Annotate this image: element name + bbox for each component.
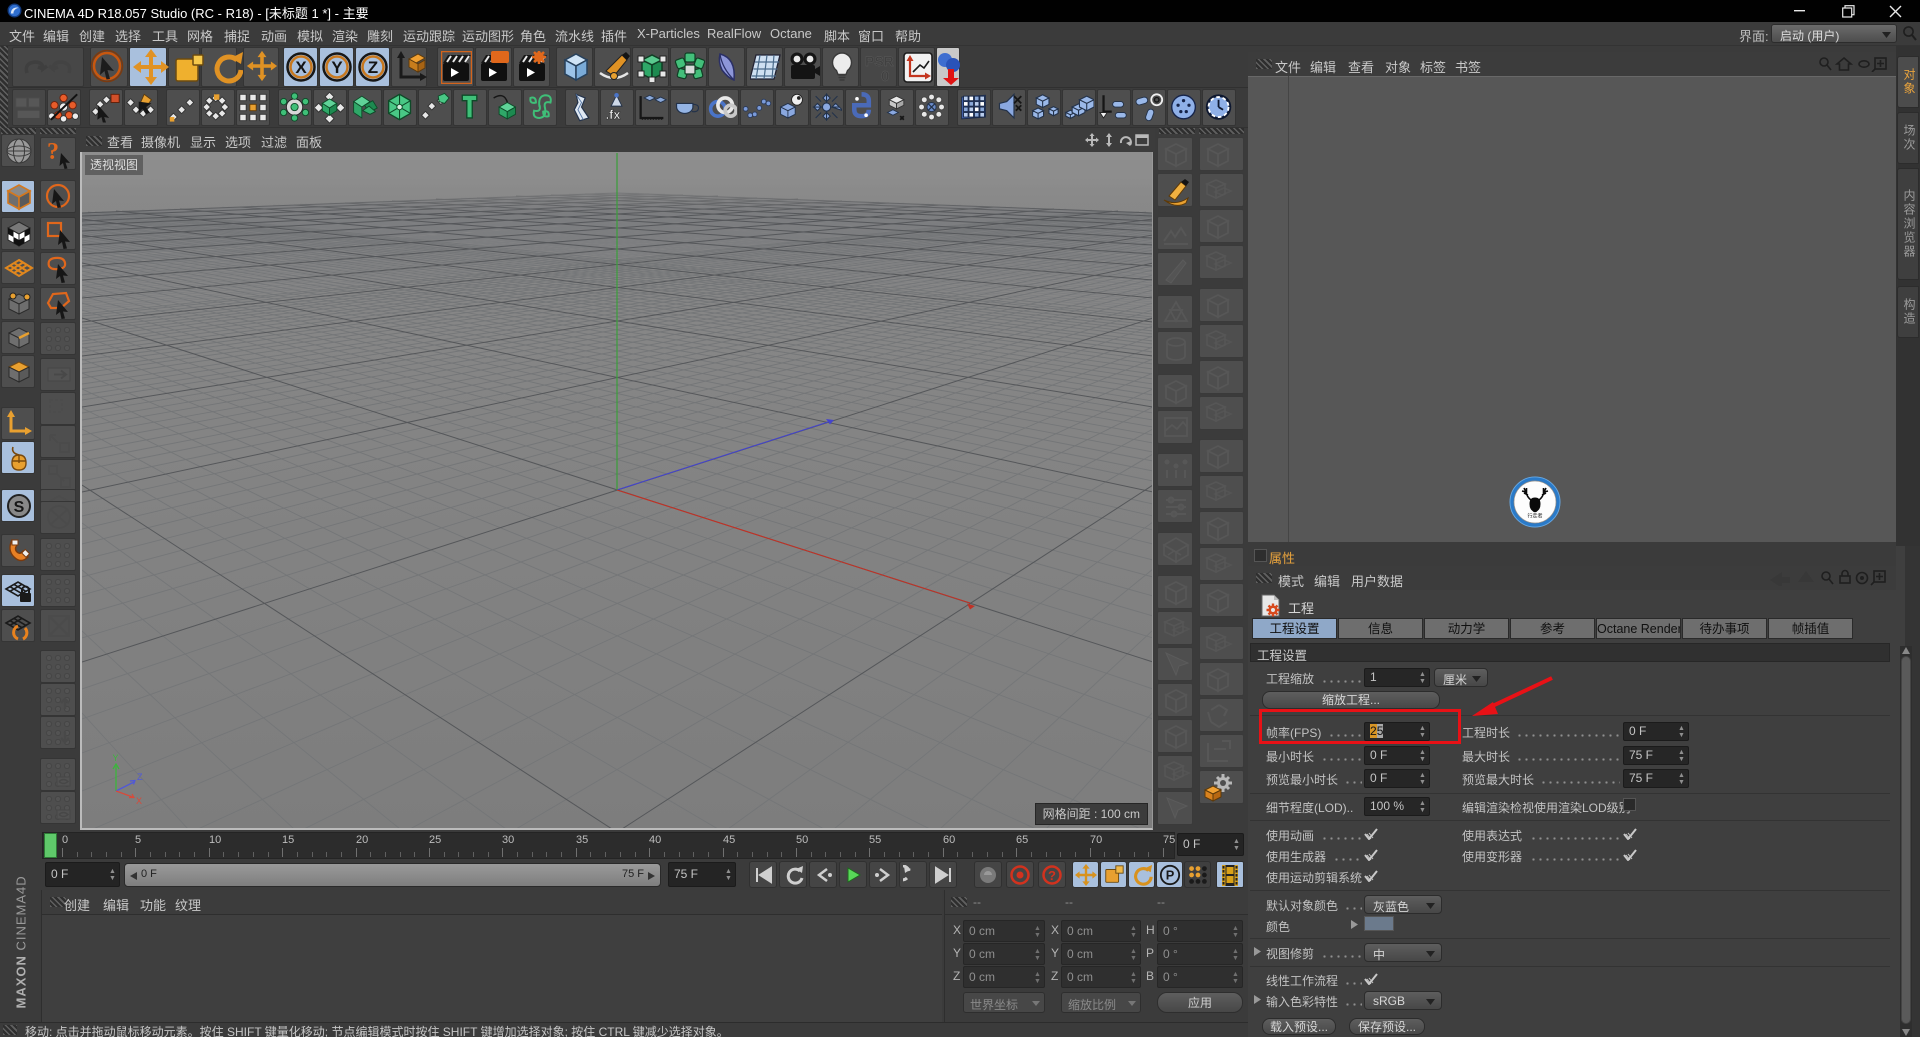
svg-text:X: X [295, 58, 307, 77]
svg-text:0: 0 [881, 68, 889, 84]
svg-text:P: P [1166, 868, 1175, 883]
svg-text:行走者: 行走者 [1527, 513, 1542, 520]
svg-text:Y: Y [113, 753, 119, 763]
svg-text:.fx: .fx [606, 107, 621, 122]
svg-text:?: ? [1048, 868, 1056, 883]
svg-text:S: S [14, 499, 25, 516]
svg-text:PSR: PSR [865, 53, 894, 69]
svg-text:Z: Z [137, 772, 143, 782]
svg-text:Y: Y [331, 58, 343, 77]
svg-text:?: ? [47, 139, 59, 165]
svg-text:Z: Z [368, 58, 378, 77]
svg-text:X: X [136, 796, 142, 806]
